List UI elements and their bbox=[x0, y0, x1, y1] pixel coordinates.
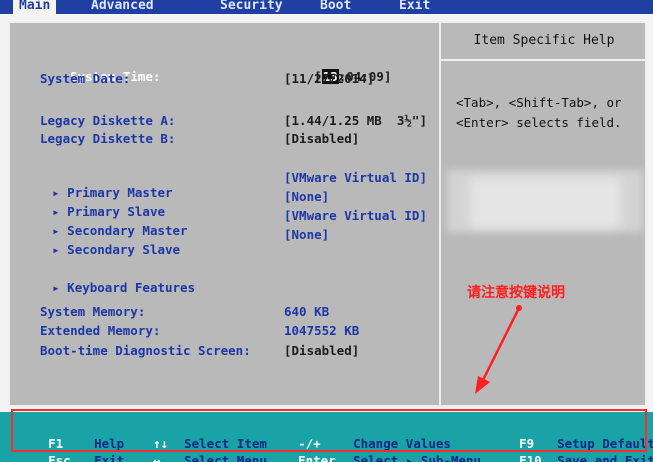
annotation-arrow-icon bbox=[475, 305, 522, 394]
key-help-highlight-box bbox=[11, 409, 647, 452]
bios-setup-screen: Main Advanced Security Boot Exit Item Sp… bbox=[0, 0, 653, 462]
